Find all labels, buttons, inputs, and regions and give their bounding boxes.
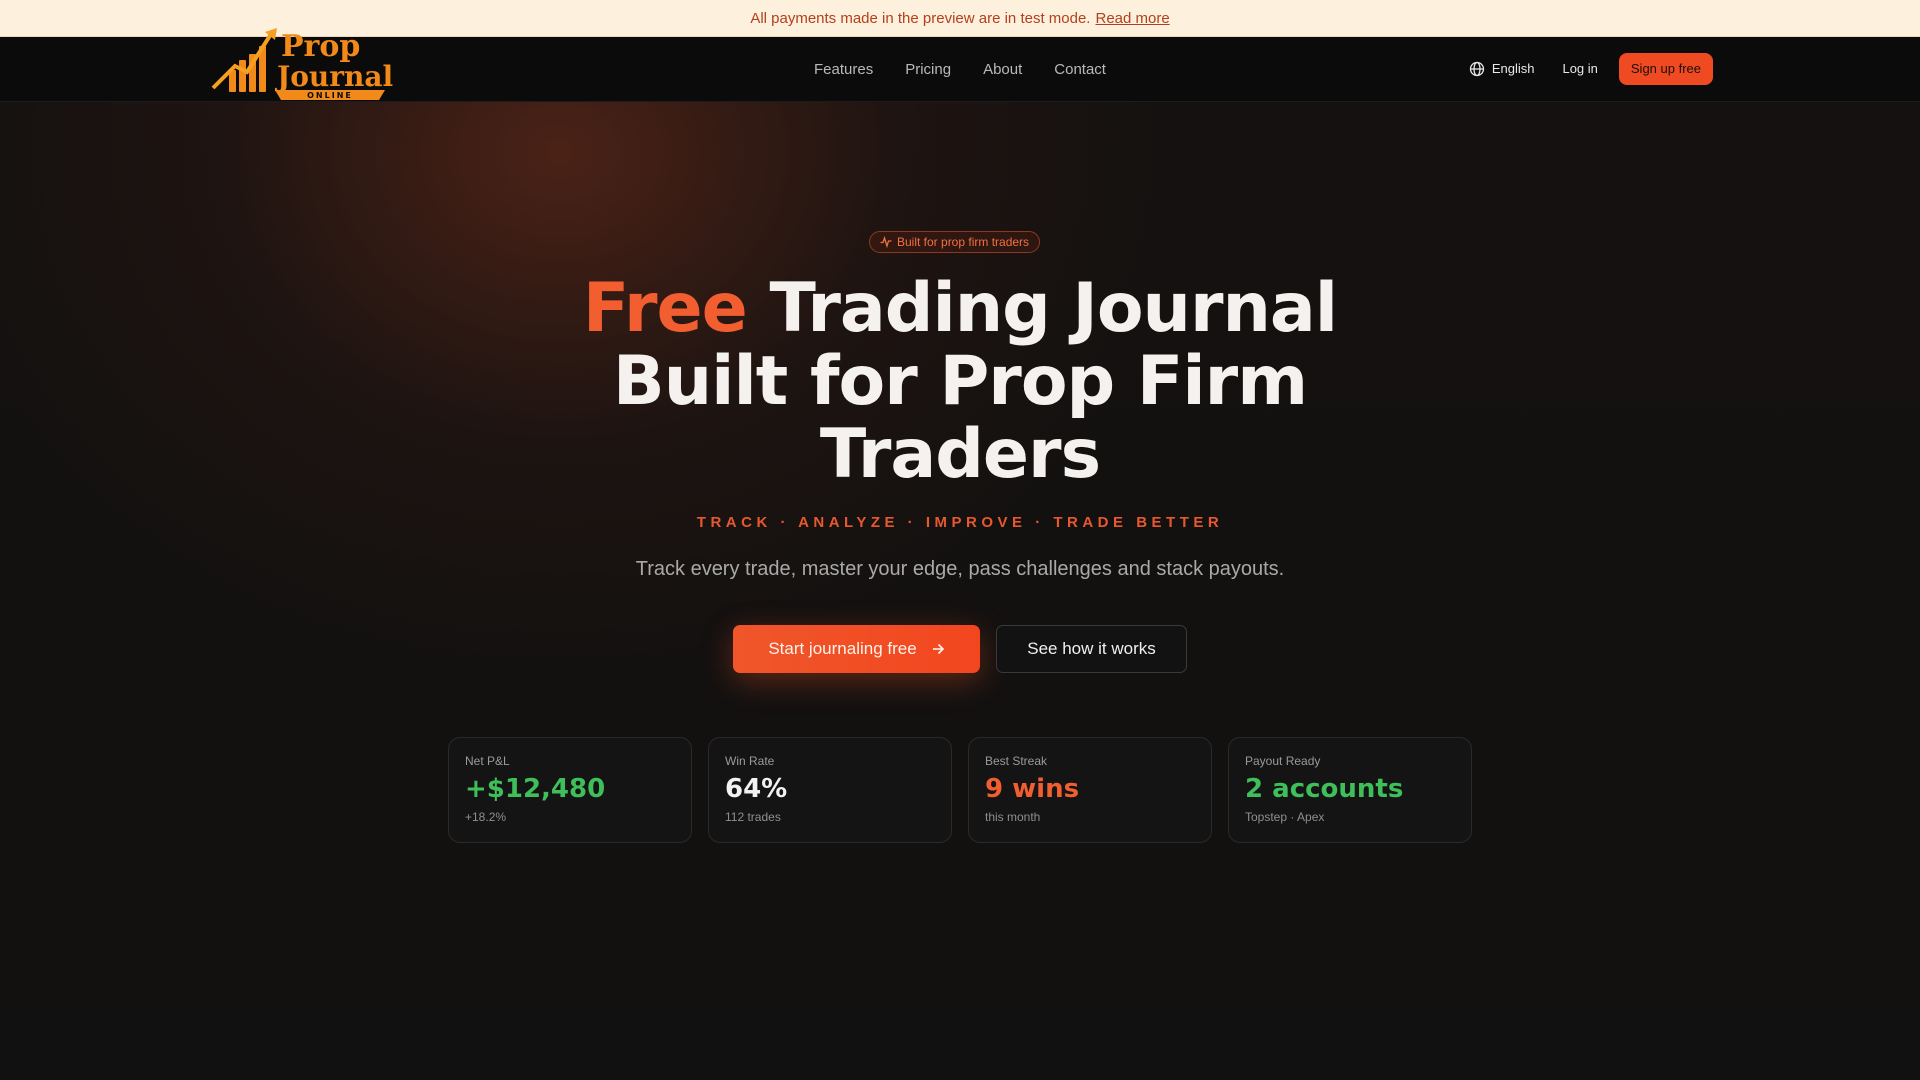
arrow-right-icon: [932, 643, 944, 655]
logo-word-journal: Journal: [274, 60, 393, 93]
stat-value: 64%: [725, 774, 788, 804]
stat-note: 112 trades: [725, 810, 781, 824]
language-label: English: [1491, 61, 1535, 76]
stat-card-payout-ready: Payout Ready 2 accounts Topstep · Apex: [1228, 737, 1472, 843]
headline-line3: Traders: [819, 415, 1101, 494]
signup-button[interactable]: Sign up free: [1618, 52, 1713, 85]
stat-label: Best Streak: [985, 754, 1048, 768]
hero-headline: Free Trading Journal Built for Prop Firm…: [0, 272, 1920, 491]
nav-link-about[interactable]: About: [983, 61, 1022, 78]
stat-value: 2 accounts: [1245, 774, 1404, 804]
start-journaling-button[interactable]: Start journaling free: [733, 625, 980, 673]
stat-card-win-rate: Win Rate 64% 112 trades: [708, 737, 952, 843]
stats-row: Net P&L +$12,480 +18.2% Win Rate 64% 112…: [448, 737, 1472, 843]
stat-label: Payout Ready: [1245, 754, 1321, 768]
stat-note: this month: [985, 810, 1041, 824]
stat-value: 9 wins: [985, 774, 1080, 804]
hero-tagline: TRACK · ANALYZE · IMPROVE · TRADE BETTER: [696, 514, 1224, 531]
stat-card-best-streak: Best Streak 9 wins this month: [968, 737, 1212, 843]
hero-subtitle: Track every trade, master your edge, pas…: [635, 558, 1285, 580]
banner-text: All payments made in the preview are in …: [750, 9, 1091, 27]
next-section-band: [0, 1002, 1920, 1080]
prop-journal-logo[interactable]: Prop Journal ONLINE: [209, 26, 394, 106]
stat-value: +$12,480: [465, 774, 606, 804]
language-selector[interactable]: English: [1469, 61, 1535, 77]
start-journaling-label: Start journaling free: [768, 639, 917, 658]
headline-line2: Built for Prop Firm: [612, 342, 1308, 421]
nav-actions: English Log in Sign up free: [1469, 52, 1713, 85]
stat-label: Win Rate: [725, 754, 775, 768]
stat-note: +18.2%: [465, 810, 507, 824]
stat-label: Net P&L: [465, 754, 510, 768]
login-link[interactable]: Log in: [1562, 61, 1597, 76]
see-how-it-works-button[interactable]: See how it works: [996, 625, 1187, 673]
audience-pill: Built for prop firm traders: [869, 231, 1041, 253]
read-more-link[interactable]: Read more: [1095, 10, 1169, 27]
headline-line1: Trading Journal: [746, 269, 1338, 348]
pill-label: Built for prop firm traders: [897, 235, 1030, 249]
stat-note: Topstep · Apex: [1245, 810, 1325, 824]
activity-icon: [880, 236, 892, 248]
nav-link-pricing[interactable]: Pricing: [905, 61, 951, 78]
headline-accent: Free: [582, 269, 748, 348]
logo-ribbon-text: ONLINE: [307, 91, 353, 100]
logo-word-prop: Prop: [281, 29, 360, 64]
globe-icon: [1469, 61, 1484, 76]
stat-card-net-pnl: Net P&L +$12,480 +18.2%: [448, 737, 692, 843]
nav-link-contact[interactable]: Contact: [1054, 61, 1106, 78]
nav-link-features[interactable]: Features: [814, 61, 873, 78]
